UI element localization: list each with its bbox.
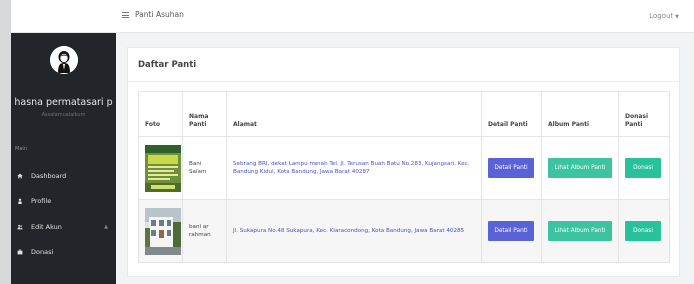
detail-panti-button[interactable]: Detail Panti <box>488 221 534 241</box>
detail-cell: Detail Panti <box>481 199 542 263</box>
chevron-up-icon: ▲ <box>104 224 108 230</box>
logout-label: Logout <box>649 12 674 20</box>
col-nama-panti: Nama Panti <box>182 91 227 137</box>
panti-photo-2 <box>145 207 181 255</box>
donasi-cell: Donasi <box>618 199 670 263</box>
app-title: Panti Asuhan <box>135 10 184 19</box>
sidebar-item-dashboard[interactable]: Dashboard <box>11 167 116 185</box>
alamat-text: Jl. Sukapura No.48 Sukapura, Kec. Kiarac… <box>233 227 465 234</box>
sidebar-item-label: Dashboard <box>31 172 67 180</box>
table-row: Bani Salam Sebrang BRI, dekat Lampu mera… <box>138 136 670 200</box>
donasi-cell: Donasi <box>618 136 670 200</box>
logout-dropdown[interactable]: Logout ▼ <box>649 12 679 20</box>
sidebar-section-label: Main <box>15 146 27 152</box>
col-detail-panti: Detail Panti <box>481 91 542 137</box>
card-divider <box>128 81 679 82</box>
alamat-cell: Jl. Sukapura No.48 Sukapura, Kec. Kiarac… <box>226 199 482 263</box>
sidebar: hasna permatasari p Assalamualaikum Main… <box>11 33 116 284</box>
avatar <box>50 46 78 74</box>
sidebar-item-label: Profile <box>31 197 52 205</box>
user-icon <box>18 198 22 204</box>
foto-cell <box>138 136 183 200</box>
hamburger-menu-icon[interactable] <box>122 12 129 18</box>
panti-list-card: Daftar Panti Foto Nama Panti Alamat Deta… <box>127 47 680 277</box>
donasi-button[interactable]: Donasi <box>625 221 661 241</box>
user-greeting: Assalamualaikum <box>41 112 86 118</box>
user-avatar-icon <box>50 46 78 74</box>
top-header: Panti Asuhan Logout ▼ <box>11 0 694 33</box>
col-alamat: Alamat <box>226 91 482 137</box>
panti-table: Foto Nama Panti Alamat Detail Panti Albu… <box>138 91 670 263</box>
donasi-button[interactable]: Donasi <box>625 158 661 178</box>
album-cell: Lihat Album Panti <box>541 199 619 263</box>
table-header-row: Foto Nama Panti Alamat Detail Panti Albu… <box>138 91 670 137</box>
caret-down-icon: ▼ <box>675 14 679 20</box>
card-title: Daftar Panti <box>138 60 197 70</box>
sidebar-item-profile[interactable]: Profile <box>11 192 116 210</box>
col-foto: Foto <box>138 91 183 137</box>
detail-cell: Detail Panti <box>481 136 542 200</box>
foto-cell <box>138 199 183 263</box>
page: Panti Asuhan Logout ▼ hasna permatasari p… <box>0 0 694 284</box>
alamat-cell: Sebrang BRI, dekat Lampu merah Tel. Jl. … <box>226 136 482 200</box>
sidebar-item-label: Edit Akun <box>31 223 62 231</box>
sidebar-item-donasi[interactable]: Donasi <box>11 243 116 261</box>
briefcase-icon <box>17 249 23 255</box>
lihat-album-button[interactable]: Lihat Album Panti <box>548 221 612 241</box>
home-icon <box>17 173 23 179</box>
alamat-text: Sebrang BRI, dekat Lampu merah Tel. Jl. … <box>233 160 470 175</box>
album-cell: Lihat Album Panti <box>541 136 619 200</box>
detail-panti-button[interactable]: Detail Panti <box>488 158 534 178</box>
col-album-panti: Album Panti <box>541 91 619 137</box>
lihat-album-button[interactable]: Lihat Album Panti <box>548 158 612 178</box>
users-icon <box>17 224 23 230</box>
panti-photo-1 <box>145 144 181 192</box>
user-name: hasna permatasari p <box>14 97 113 108</box>
col-donasi-panti: Donasi Panti <box>618 91 670 137</box>
sidebar-item-label: Donasi <box>31 248 54 256</box>
sidebar-item-edit-akun[interactable]: Edit Akun ▲ <box>11 218 116 236</box>
nama-cell: bani ar rahman <box>182 199 227 263</box>
left-edge-strip <box>0 0 11 284</box>
nama-cell: Bani Salam <box>182 136 227 200</box>
table-row: bani ar rahman Jl. Sukapura No.48 Sukapu… <box>138 199 670 263</box>
